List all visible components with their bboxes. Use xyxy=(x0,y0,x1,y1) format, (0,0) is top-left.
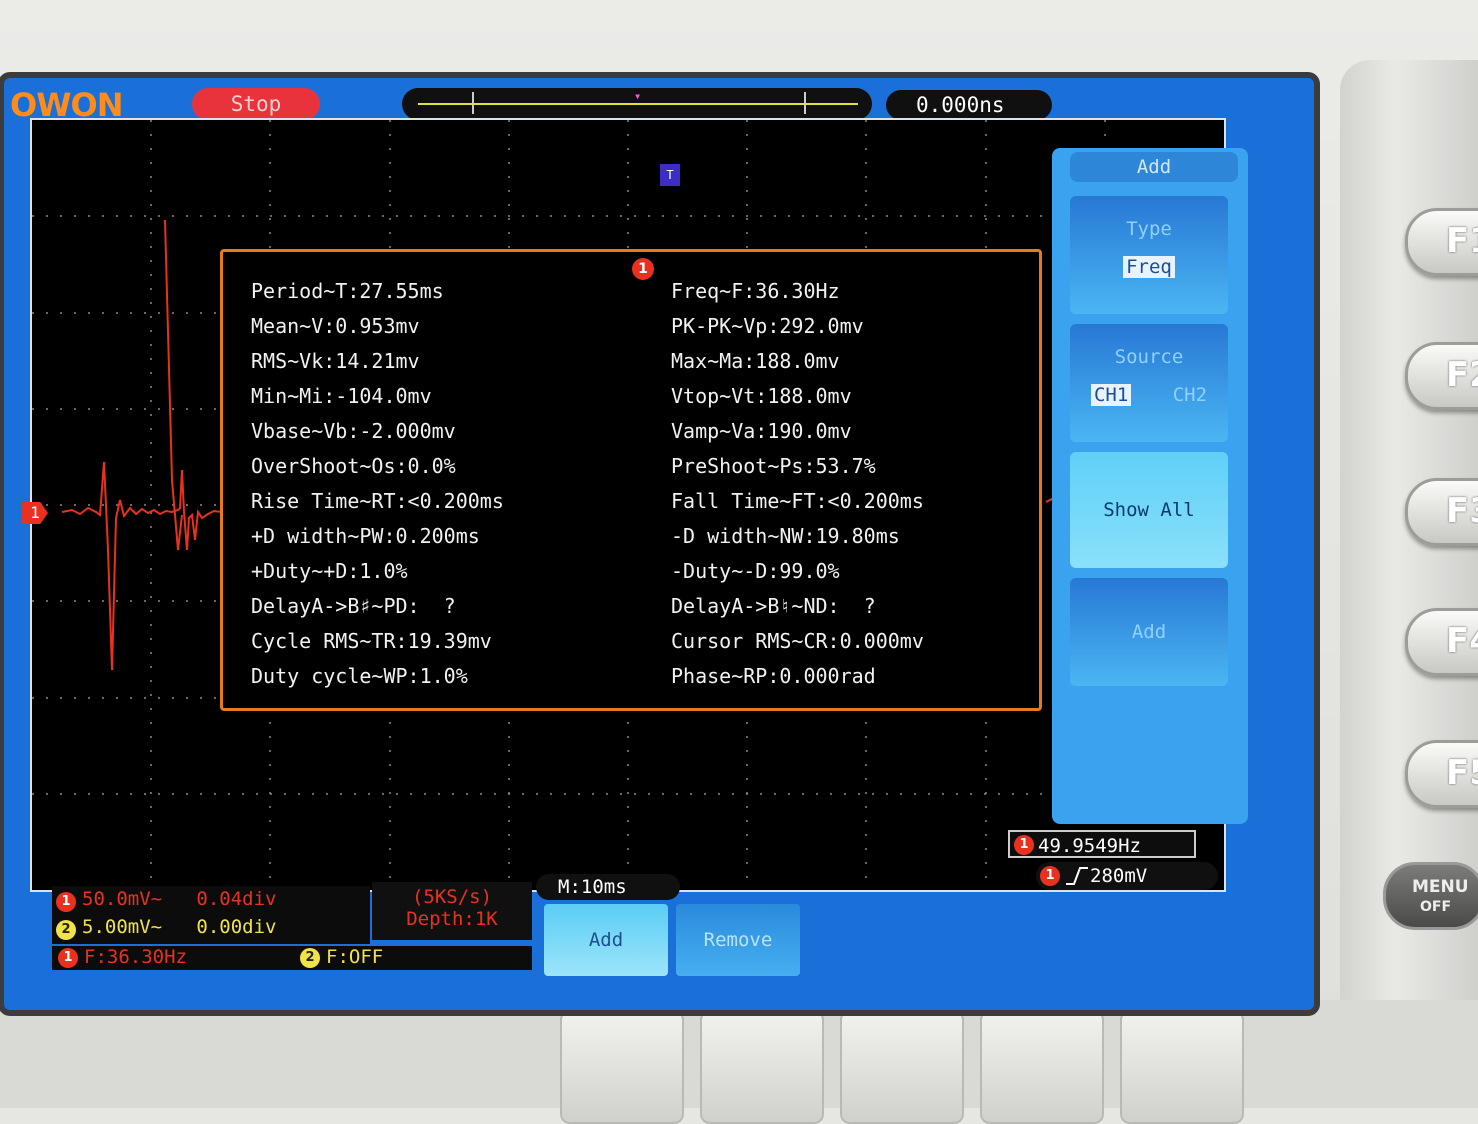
run-stop-indicator[interactable]: Stop xyxy=(192,88,320,120)
scope-screen: OWON Stop ▾ T 0.000ns T 1 Period~T:27.55… xyxy=(4,78,1314,1010)
off-key-label: OFF xyxy=(1420,899,1452,915)
ch2-scale-value: 5.00mV~ xyxy=(82,916,163,938)
add-menu-button[interactable]: Add xyxy=(1070,578,1228,686)
measurement-phase: Phase~RP:0.000rad xyxy=(671,664,876,688)
channel-1-badge: 1 xyxy=(632,258,654,280)
measurement-vtop: Vtop~Vt:188.0mv xyxy=(671,384,852,408)
measurement-cycle-rms: Cycle RMS~TR:19.39mv xyxy=(251,629,492,653)
ch1-offset-value: 0.04div xyxy=(196,888,277,910)
measurement-max: Max~Ma:188.0mv xyxy=(671,349,840,373)
record-depth: Depth:1K xyxy=(406,908,498,930)
measurement-negative-width: -D width~NW:19.80ms xyxy=(671,524,900,548)
type-value: Freq xyxy=(1123,256,1175,278)
ch2-frequency: F:OFF xyxy=(326,946,384,968)
measurement-positive-duty: +Duty~+D:1.0% xyxy=(251,559,408,583)
ch2-scale[interactable]: 5.00mV~ 0.00div xyxy=(82,916,276,938)
type-label: Type xyxy=(1126,218,1172,240)
ch2-offset-value: 0.00div xyxy=(196,916,277,938)
channel-1-badge: 1 xyxy=(1014,835,1034,855)
measurement-delay-fall: DelayA->B♮~ND: ? xyxy=(671,594,876,618)
measurement-fall-time: Fall Time~FT:<0.200ms xyxy=(671,489,924,513)
frequency-counter: 49.9549Hz xyxy=(1008,830,1196,858)
source-label: Source xyxy=(1114,346,1184,368)
rising-edge-icon xyxy=(1066,867,1088,885)
f5-key[interactable]: F5 xyxy=(1405,740,1478,808)
show-all-button[interactable]: Show All xyxy=(1070,452,1228,568)
measurement-column-left: Period~T:27.55ms Mean~V:0.953mv RMS~Vk:1… xyxy=(251,274,504,694)
ch1-waveform xyxy=(61,219,237,671)
channel-1-badge: 1 xyxy=(56,892,76,912)
measurement-vbase: Vbase~Vb:-2.000mv xyxy=(251,419,456,443)
channel-1-badge: 1 xyxy=(58,948,78,968)
source-ch1-option[interactable]: CH1 xyxy=(1090,384,1132,406)
bottom-hardware-key[interactable] xyxy=(700,1010,824,1124)
f2-key[interactable]: F2 xyxy=(1405,342,1478,410)
trigger-time-readout: 0.000ns xyxy=(886,90,1052,120)
measurement-freq: Freq~F:36.30Hz xyxy=(671,279,840,303)
measurement-pk-pk: PK-PK~Vp:292.0mv xyxy=(671,314,864,338)
type-menu-item[interactable]: Type Freq xyxy=(1070,196,1228,314)
memory-position-bar: ▾ xyxy=(402,88,872,120)
channel-2-badge: 2 xyxy=(300,948,320,968)
measurement-negative-duty: -Duty~-D:99.0% xyxy=(671,559,840,583)
measurement-column-right: Freq~F:36.30Hz PK-PK~Vp:292.0mv Max~Ma:1… xyxy=(671,274,924,694)
ch1-scale-value: 50.0mV~ xyxy=(82,888,163,910)
f1-key-label: F1 xyxy=(1446,221,1478,261)
bottom-hardware-key[interactable] xyxy=(1120,1010,1244,1124)
measurement-delay-rise: DelayA->B♯~PD: ? xyxy=(251,594,456,618)
source-ch2-option[interactable]: CH2 xyxy=(1173,384,1207,406)
add-button[interactable]: Add xyxy=(544,904,668,976)
f4-key-label: F4 xyxy=(1446,621,1478,661)
acquisition-info: (5KS/s) Depth:1K xyxy=(372,882,532,940)
f4-key[interactable]: F4 xyxy=(1405,608,1478,676)
menu-off-key[interactable]: MENU OFF xyxy=(1383,862,1478,930)
f3-key[interactable]: F3 xyxy=(1405,478,1478,546)
measurement-period: Period~T:27.55ms xyxy=(251,279,444,303)
measure-add-menu: Add Type Freq Source CH1 CH2 Show All Ad… xyxy=(1052,148,1248,824)
f1-key[interactable]: F1 xyxy=(1405,208,1478,276)
measurement-duty-cycle: Duty cycle~WP:1.0% xyxy=(251,664,468,688)
f2-key-label: F2 xyxy=(1446,355,1478,395)
measurement-preshoot: PreShoot~Ps:53.7% xyxy=(671,454,876,478)
measurement-min: Min~Mi:-104.0mv xyxy=(251,384,432,408)
ch1-frequency: F:36.30Hz xyxy=(84,946,187,968)
remove-button[interactable]: Remove xyxy=(676,904,800,976)
trigger-position-marker[interactable]: T xyxy=(660,164,680,186)
measurement-positive-width: +D width~PW:0.200ms xyxy=(251,524,480,548)
measurement-vamp: Vamp~Va:190.0mv xyxy=(671,419,852,443)
measurement-cursor-rms: Cursor RMS~CR:0.000mv xyxy=(671,629,924,653)
channel-frequency-bar: 1 F:36.30Hz 2 F:OFF xyxy=(52,946,532,970)
bottom-hardware-key[interactable] xyxy=(840,1010,964,1124)
menu-title: Add xyxy=(1070,152,1238,182)
bottom-hardware-key[interactable] xyxy=(980,1010,1104,1124)
measurement-overshoot: OverShoot~Os:0.0% xyxy=(251,454,456,478)
measurement-mean: Mean~V:0.953mv xyxy=(251,314,420,338)
menu-key-label: MENU xyxy=(1412,877,1469,897)
f5-key-label: F5 xyxy=(1446,753,1478,793)
channel-1-badge: 1 xyxy=(1040,866,1060,886)
measurement-rms: RMS~Vk:14.21mv xyxy=(251,349,420,373)
channel-settings: 1 50.0mV~ 0.04div 2 5.00mV~ 0.00div xyxy=(52,886,370,944)
trigger-position-icon: ▾ xyxy=(634,89,642,103)
source-menu-item[interactable]: Source CH1 CH2 xyxy=(1070,324,1228,442)
measurement-rise-time: Rise Time~RT:<0.200ms xyxy=(251,489,504,513)
ch1-scale[interactable]: 50.0mV~ 0.04div xyxy=(82,888,276,910)
channel-2-badge: 2 xyxy=(56,920,76,940)
timebase-readout: M:10ms xyxy=(536,874,680,900)
bottom-hardware-key[interactable] xyxy=(560,1010,684,1124)
sample-rate: (5KS/s) xyxy=(411,886,493,908)
measurement-panel: Period~T:27.55ms Mean~V:0.953mv RMS~Vk:1… xyxy=(220,249,1042,711)
f3-key-label: F3 xyxy=(1446,491,1478,531)
